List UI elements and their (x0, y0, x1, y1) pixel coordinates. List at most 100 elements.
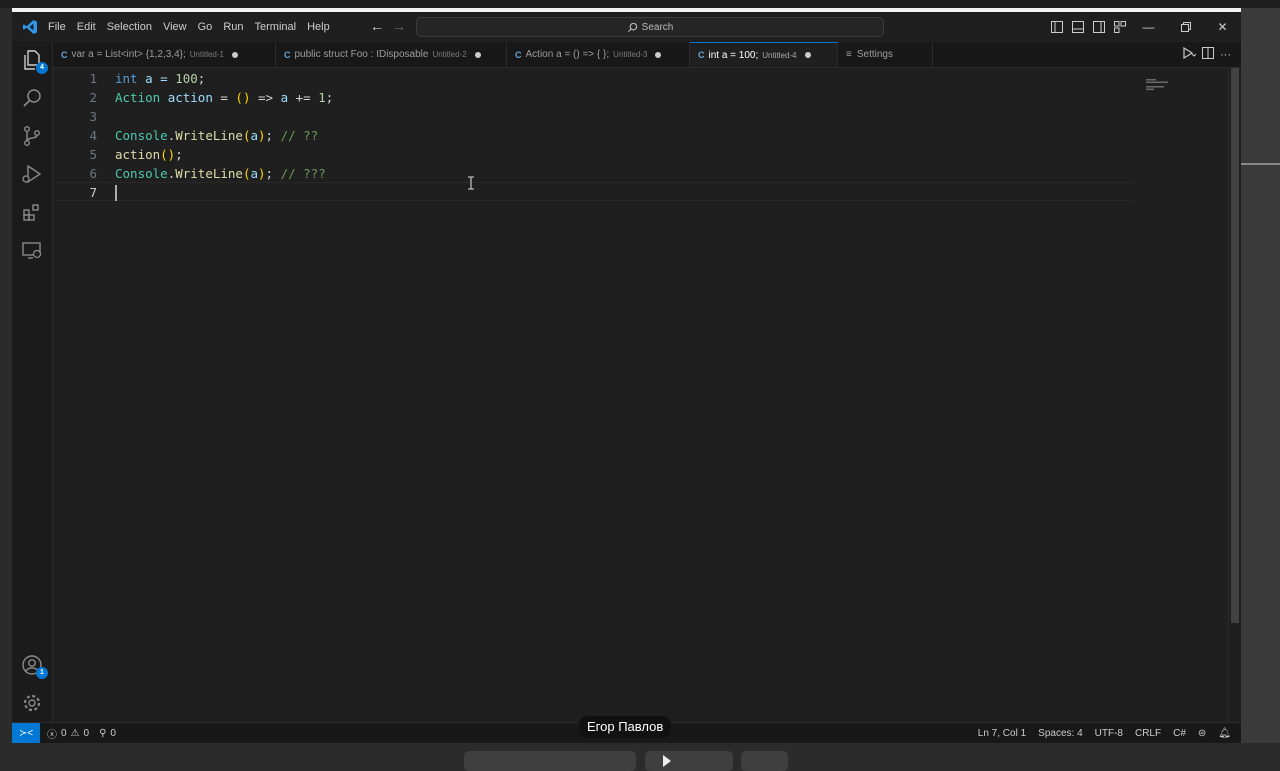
warning-icon: ⚠ (70, 728, 80, 739)
remote-indicator-icon[interactable]: ≻< (12, 723, 40, 743)
copilot-icon[interactable]: ⊜ (1198, 728, 1206, 739)
tab-label: Settings (856, 49, 893, 60)
more-actions-icon[interactable]: ··· (1220, 49, 1231, 61)
explorer-badge: 4 (36, 62, 48, 74)
tab-untitled-3[interactable]: C Action a = () => { }; Untitled-3 (507, 42, 690, 67)
code-token: ; (265, 128, 281, 143)
code-token: a (250, 166, 259, 181)
line-number: 7 (89, 185, 97, 200)
editor-tabs: C var a = List<int> {1,2,3,4}; Untitled-… (53, 42, 1241, 68)
tab-untitled-2[interactable]: C public struct Foo : IDisposable Untitl… (276, 42, 507, 67)
notifications-bell-icon[interactable]: 🔔︎ (1218, 728, 1231, 739)
menu-view[interactable]: View (163, 12, 194, 42)
code-line[interactable]: 5 action(); (53, 145, 1133, 164)
code-token: 100 (175, 71, 198, 86)
activity-bar: 4 1 (12, 42, 53, 722)
language-mode[interactable]: C# (1173, 728, 1186, 739)
run-code-icon[interactable] (1182, 46, 1197, 62)
code-editor[interactable]: 1 int a = 100; 2 Action action = () => a +=… (53, 68, 1241, 722)
menu-edit[interactable]: Edit (77, 12, 103, 42)
encoding[interactable]: UTF-8 (1095, 728, 1123, 739)
accounts-icon[interactable]: 1 (20, 653, 48, 679)
cursor-position[interactable]: Ln 7, Col 1 (978, 728, 1026, 739)
menu-bar: File Edit Selection View Go Run Terminal… (48, 12, 337, 42)
restore-button[interactable] (1167, 12, 1204, 42)
menu-selection[interactable]: Selection (107, 12, 159, 42)
code-line[interactable]: 2 Action action = () => a += 1; (53, 88, 1133, 107)
tab-label: public struct Foo : IDisposable (294, 49, 429, 60)
text-caret (115, 185, 117, 201)
tab-label: Action a = () => { }; (525, 49, 610, 60)
remote-explorer-icon[interactable] (20, 238, 44, 262)
tab-description: Untitled-4 (762, 50, 797, 60)
code-token: a (280, 90, 289, 105)
code-token: action (167, 90, 213, 105)
status-right-items: Ln 7, Col 1 Spaces: 4 UTF-8 CRLF C# ⊜ 🔔︎ (978, 723, 1231, 743)
tab-untitled-1[interactable]: C var a = List<int> {1,2,3,4}; Untitled-… (53, 42, 276, 67)
unsaved-dot-icon[interactable] (474, 51, 481, 58)
right-side-panel (1241, 8, 1280, 743)
run-and-debug-icon[interactable] (20, 162, 44, 186)
tab-settings[interactable]: ≡ Settings (838, 42, 933, 67)
code-line[interactable]: 7 (53, 183, 1133, 202)
customize-layout-icon[interactable] (1109, 12, 1130, 42)
editor-actions: ··· (1182, 42, 1241, 67)
csharp-file-icon: C (284, 49, 291, 60)
toggle-secondary-sidebar-icon[interactable] (1088, 12, 1109, 42)
menu-file[interactable]: File (48, 12, 73, 42)
code-token: ; (197, 71, 206, 86)
menu-go[interactable]: Go (198, 12, 220, 42)
problems-status[interactable]: ⓧ 0 ⚠ 0 ⚲ 0 (47, 723, 116, 743)
controls-left-pill[interactable] (464, 751, 636, 771)
minimize-button[interactable]: — (1130, 12, 1167, 42)
toggle-primary-sidebar-icon[interactable] (1046, 12, 1067, 42)
scrollbar-thumb[interactable] (1231, 68, 1239, 623)
toggle-panel-icon[interactable] (1067, 12, 1088, 42)
vertical-scrollbar[interactable] (1228, 68, 1241, 722)
indentation[interactable]: Spaces: 4 (1038, 728, 1082, 739)
line-code: Console.WriteLine(a); // ??? (115, 164, 326, 183)
csharp-file-icon: C (515, 49, 522, 60)
source-control-icon[interactable] (20, 124, 44, 148)
code-line[interactable]: 4 Console.WriteLine(a); // ?? (53, 126, 1133, 145)
extensions-icon[interactable] (20, 200, 44, 224)
tab-label: int a = 100; (708, 49, 759, 61)
command-center-search[interactable]: Search (416, 17, 884, 37)
unsaved-dot-icon[interactable] (232, 51, 238, 58)
search-icon (627, 22, 637, 32)
navigation-arrows: ← → (370, 18, 406, 34)
manage-gear-icon[interactable] (20, 691, 44, 715)
accounts-badge: 1 (36, 667, 48, 679)
explorer-icon[interactable]: 4 (20, 48, 48, 74)
search-view-icon[interactable] (20, 86, 44, 110)
code-line[interactable]: 1 int a = 100; (53, 69, 1133, 88)
end-of-line[interactable]: CRLF (1135, 728, 1161, 739)
forward-arrow-icon[interactable]: → (392, 18, 406, 34)
back-arrow-icon[interactable]: ← (370, 18, 384, 34)
speaker-name-tag: Егор Павлов (579, 716, 672, 738)
unsaved-dot-icon[interactable] (655, 51, 662, 58)
tab-untitled-4[interactable]: C int a = 100; Untitled-4 (690, 42, 838, 67)
split-editor-icon[interactable] (1202, 47, 1214, 62)
controls-right-pill[interactable] (741, 751, 788, 771)
line-number: 6 (89, 166, 97, 181)
error-icon: ⓧ (47, 730, 57, 741)
minimap[interactable] (1146, 79, 1170, 91)
code-token: => (250, 90, 281, 105)
code-token: a = (137, 71, 176, 86)
menu-run[interactable]: Run (223, 12, 250, 42)
vscode-window: File Edit Selection View Go Run Terminal… (12, 12, 1241, 743)
code-line[interactable]: 3 (53, 107, 1133, 126)
menu-terminal[interactable]: Terminal (255, 12, 304, 42)
line-number: 4 (89, 128, 97, 143)
tab-label: var a = List<int> {1,2,3,4}; (71, 49, 186, 60)
close-window-button[interactable]: ✕ (1204, 12, 1241, 42)
play-button[interactable] (645, 751, 733, 771)
code-line[interactable]: 6 Console.WriteLine(a); // ??? (53, 164, 1133, 183)
line-code: action(); (115, 145, 183, 164)
code-token: = (212, 90, 236, 105)
play-icon (663, 755, 671, 767)
menu-help[interactable]: Help (307, 12, 337, 42)
unsaved-dot-icon[interactable] (804, 52, 811, 58)
line-number: 5 (89, 147, 97, 162)
